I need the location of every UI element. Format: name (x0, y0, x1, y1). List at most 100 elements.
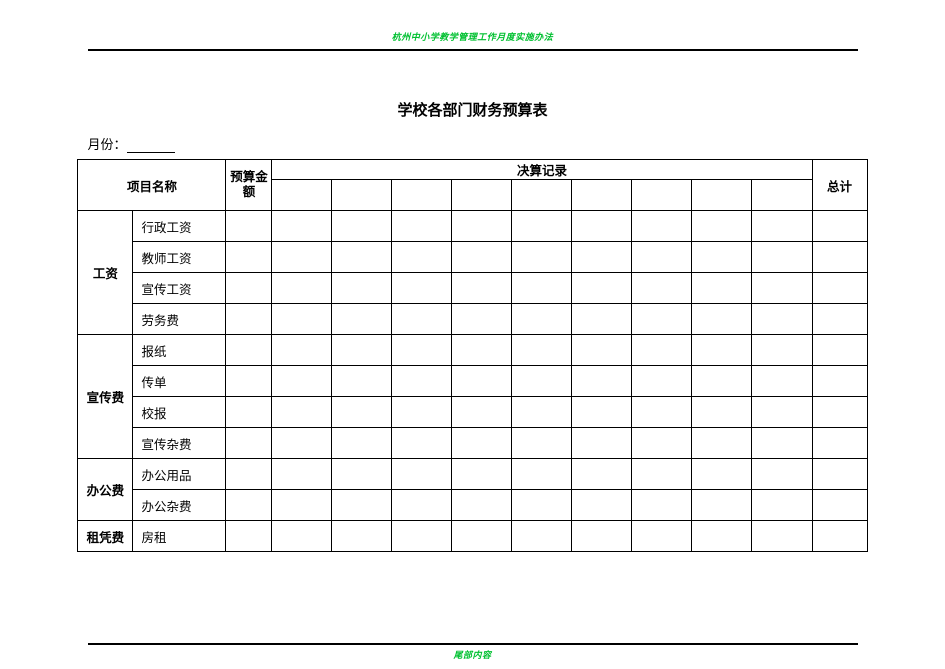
record-cell[interactable] (692, 397, 752, 428)
record-cell[interactable] (632, 242, 692, 273)
record-cell[interactable] (572, 397, 632, 428)
record-cell[interactable] (632, 335, 692, 366)
record-cell[interactable] (752, 459, 812, 490)
record-cell[interactable] (272, 335, 332, 366)
record-cell[interactable] (392, 459, 452, 490)
record-cell[interactable] (272, 273, 332, 304)
record-cell[interactable] (752, 242, 812, 273)
record-cell[interactable] (572, 428, 632, 459)
record-cell[interactable] (392, 273, 452, 304)
budget-amount-cell[interactable] (226, 490, 272, 521)
record-cell[interactable] (452, 459, 512, 490)
record-cell[interactable] (392, 335, 452, 366)
record-cell[interactable] (692, 490, 752, 521)
record-cell[interactable] (572, 304, 632, 335)
record-cell[interactable] (332, 304, 392, 335)
record-cell[interactable] (572, 366, 632, 397)
record-cell[interactable] (752, 521, 812, 552)
record-cell[interactable] (752, 335, 812, 366)
record-cell[interactable] (692, 304, 752, 335)
record-cell[interactable] (332, 397, 392, 428)
record-cell[interactable] (512, 490, 572, 521)
record-cell[interactable] (692, 242, 752, 273)
record-cell[interactable] (512, 459, 572, 490)
record-cell[interactable] (452, 397, 512, 428)
record-cell[interactable] (752, 490, 812, 521)
record-cell[interactable] (692, 459, 752, 490)
record-cell[interactable] (332, 428, 392, 459)
budget-amount-cell[interactable] (226, 211, 272, 242)
record-cell[interactable] (512, 428, 572, 459)
record-cell[interactable] (752, 211, 812, 242)
record-cell[interactable] (692, 428, 752, 459)
record-cell[interactable] (572, 335, 632, 366)
month-blank[interactable] (127, 139, 175, 153)
record-cell[interactable] (572, 211, 632, 242)
total-cell[interactable] (812, 211, 867, 242)
total-cell[interactable] (812, 366, 867, 397)
record-cell[interactable] (632, 366, 692, 397)
record-cell[interactable] (632, 428, 692, 459)
record-cell[interactable] (272, 459, 332, 490)
record-cell[interactable] (572, 459, 632, 490)
record-cell[interactable] (392, 242, 452, 273)
record-cell[interactable] (452, 521, 512, 552)
record-cell[interactable] (632, 273, 692, 304)
record-cell[interactable] (572, 273, 632, 304)
record-cell[interactable] (392, 366, 452, 397)
record-cell[interactable] (512, 335, 572, 366)
record-cell[interactable] (692, 521, 752, 552)
budget-amount-cell[interactable] (226, 521, 272, 552)
record-cell[interactable] (572, 521, 632, 552)
record-cell[interactable] (332, 366, 392, 397)
record-cell[interactable] (332, 242, 392, 273)
record-cell[interactable] (632, 211, 692, 242)
record-cell[interactable] (332, 490, 392, 521)
record-cell[interactable] (272, 304, 332, 335)
record-cell[interactable] (572, 490, 632, 521)
total-cell[interactable] (812, 428, 867, 459)
budget-amount-cell[interactable] (226, 366, 272, 397)
record-cell[interactable] (752, 366, 812, 397)
record-cell[interactable] (512, 211, 572, 242)
record-cell[interactable] (512, 242, 572, 273)
record-cell[interactable] (452, 366, 512, 397)
record-cell[interactable] (692, 366, 752, 397)
total-cell[interactable] (812, 459, 867, 490)
record-cell[interactable] (632, 304, 692, 335)
record-cell[interactable] (512, 273, 572, 304)
record-cell[interactable] (272, 211, 332, 242)
record-cell[interactable] (272, 490, 332, 521)
total-cell[interactable] (812, 273, 867, 304)
record-cell[interactable] (632, 521, 692, 552)
record-cell[interactable] (452, 335, 512, 366)
record-cell[interactable] (452, 211, 512, 242)
record-cell[interactable] (452, 273, 512, 304)
record-cell[interactable] (692, 273, 752, 304)
record-cell[interactable] (512, 397, 572, 428)
total-cell[interactable] (812, 521, 867, 552)
record-cell[interactable] (452, 242, 512, 273)
record-cell[interactable] (272, 366, 332, 397)
record-cell[interactable] (332, 459, 392, 490)
total-cell[interactable] (812, 304, 867, 335)
record-cell[interactable] (752, 304, 812, 335)
record-cell[interactable] (512, 521, 572, 552)
record-cell[interactable] (632, 490, 692, 521)
record-cell[interactable] (392, 304, 452, 335)
record-cell[interactable] (332, 273, 392, 304)
record-cell[interactable] (752, 273, 812, 304)
total-cell[interactable] (812, 335, 867, 366)
total-cell[interactable] (812, 242, 867, 273)
record-cell[interactable] (572, 242, 632, 273)
budget-amount-cell[interactable] (226, 273, 272, 304)
record-cell[interactable] (272, 428, 332, 459)
budget-amount-cell[interactable] (226, 428, 272, 459)
total-cell[interactable] (812, 490, 867, 521)
record-cell[interactable] (332, 211, 392, 242)
total-cell[interactable] (812, 397, 867, 428)
budget-amount-cell[interactable] (226, 335, 272, 366)
record-cell[interactable] (452, 428, 512, 459)
record-cell[interactable] (752, 428, 812, 459)
budget-amount-cell[interactable] (226, 459, 272, 490)
